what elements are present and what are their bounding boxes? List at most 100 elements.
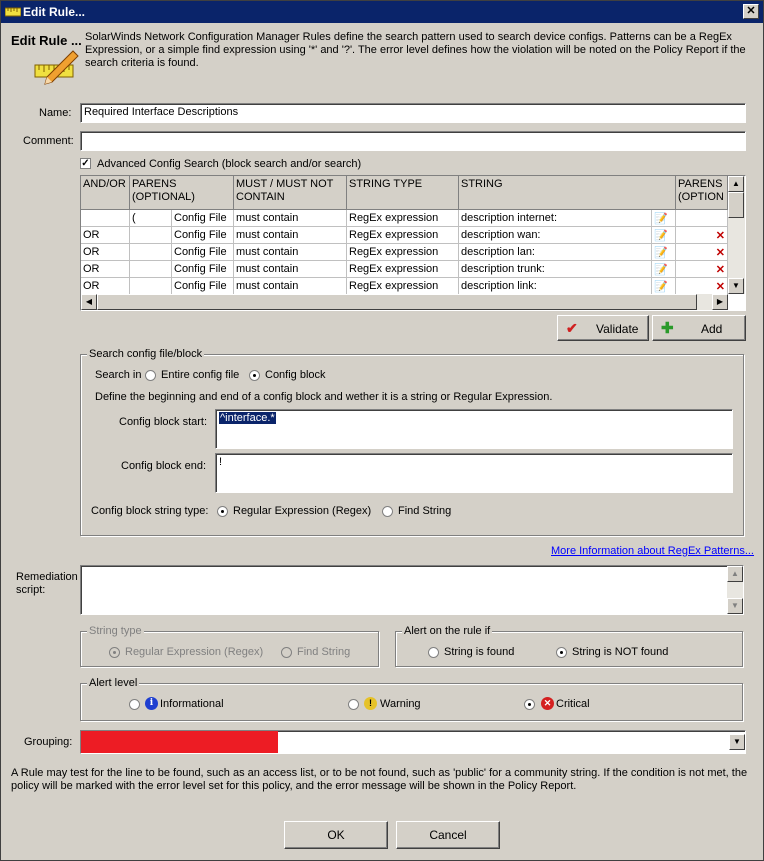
title-bar: Edit Rule... ✕ (1, 1, 763, 23)
cell-source[interactable]: Config File (172, 210, 234, 227)
edit-icon[interactable]: 📝 (652, 261, 676, 278)
block-start-value: ^interface.* (219, 412, 276, 424)
cell-must[interactable]: must contain (234, 244, 347, 261)
cell-string-type[interactable]: RegEx expression (347, 278, 459, 295)
close-button[interactable]: ✕ (743, 4, 759, 19)
remediation-scrollbar[interactable]: ▲ ▼ (727, 566, 743, 614)
block-start-label: Config block start: (119, 416, 208, 428)
radio-critical-label: Critical (556, 698, 590, 710)
cell-source[interactable]: Config File (172, 261, 234, 278)
radio-block-regex-label: Regular Expression (Regex) (233, 505, 372, 517)
validate-button[interactable]: ✔ Validate (557, 315, 649, 341)
cell-andor[interactable]: OR (81, 227, 130, 244)
cell-andor[interactable]: OR (81, 278, 130, 295)
ruler-pencil-icon (34, 50, 79, 85)
radio-warning-label: Warning (380, 698, 421, 710)
hscroll-thumb[interactable] (97, 294, 697, 310)
scroll-down-icon[interactable]: ▼ (728, 278, 744, 294)
radio-block-find[interactable] (382, 506, 393, 517)
cell-string-type[interactable]: RegEx expression (347, 244, 459, 261)
radio-entire-config[interactable] (145, 370, 156, 381)
cell-must[interactable]: must contain (234, 278, 347, 295)
cell-parens[interactable] (130, 227, 172, 244)
radio-string-regex-label: Regular Expression (Regex) (125, 646, 264, 658)
col-header-must[interactable]: MUST / MUST NOT CONTAIN (234, 176, 347, 210)
scroll-right-icon[interactable]: ▶ (712, 294, 728, 310)
cell-parens[interactable] (130, 261, 172, 278)
radio-informational[interactable] (129, 699, 140, 710)
scroll-thumb[interactable] (728, 192, 744, 218)
regex-info-link[interactable]: More Information about RegEx Patterns... (551, 545, 754, 557)
add-button[interactable]: ✚ Add (652, 315, 746, 341)
alert-level-group: Alert level i Informational ! Warning ✕ … (80, 677, 743, 721)
cell-must[interactable]: must contain (234, 210, 347, 227)
block-end-field[interactable]: ! (215, 453, 733, 493)
radio-string-find[interactable] (281, 647, 292, 658)
cell-string[interactable]: description trunk: (459, 261, 652, 278)
scroll-left-icon[interactable]: ◀ (81, 294, 97, 310)
cell-parens[interactable] (130, 244, 172, 261)
cell-string[interactable]: description lan: (459, 244, 652, 261)
header-description: SolarWinds Network Configuration Manager… (85, 31, 746, 69)
name-field[interactable]: Required Interface Descriptions (80, 103, 746, 123)
cell-string-type[interactable]: RegEx expression (347, 261, 459, 278)
alert-rule-legend: Alert on the rule if (402, 625, 493, 637)
col-header-string-type[interactable]: STRING TYPE (347, 176, 459, 210)
col-header-parens-close[interactable]: PARENS (OPTION (676, 176, 728, 210)
scroll-up-icon[interactable]: ▲ (728, 176, 744, 192)
delete-icon[interactable]: ✕ (676, 244, 728, 261)
radio-string-not-found[interactable] (556, 647, 567, 658)
advanced-search-checkbox[interactable]: ✓ (80, 158, 91, 169)
edit-icon[interactable]: 📝 (652, 244, 676, 261)
cell-source[interactable]: Config File (172, 244, 234, 261)
comment-label: Comment: (23, 135, 74, 147)
radio-config-block-label: Config block (265, 369, 326, 381)
cell-parens-close[interactable] (676, 210, 728, 227)
cell-parens[interactable] (130, 278, 172, 295)
cell-andor[interactable] (81, 210, 130, 227)
cell-string[interactable]: description wan: (459, 227, 652, 244)
chevron-down-icon[interactable]: ▼ (729, 734, 745, 750)
cell-andor[interactable]: OR (81, 261, 130, 278)
name-field-value: Required Interface Descriptions (84, 106, 239, 118)
grid-horizontal-scrollbar[interactable]: ◀ ▶ (81, 294, 728, 310)
edit-icon[interactable]: 📝 (652, 210, 676, 227)
string-type-group: String type Regular Expression (Regex) F… (80, 625, 379, 667)
cancel-button[interactable]: Cancel (396, 821, 500, 849)
radio-string-regex[interactable] (109, 647, 120, 658)
radio-config-block[interactable] (249, 370, 260, 381)
remediation-field[interactable]: ▲ ▼ (80, 565, 744, 615)
radio-block-regex[interactable] (217, 506, 228, 517)
edit-icon[interactable]: 📝 (652, 227, 676, 244)
cell-must[interactable]: must contain (234, 261, 347, 278)
delete-icon[interactable]: ✕ (676, 261, 728, 278)
col-header-string[interactable]: STRING (459, 176, 676, 210)
radio-string-found[interactable] (428, 647, 439, 658)
cell-andor[interactable]: OR (81, 244, 130, 261)
col-header-parens[interactable]: PARENS (OPTIONAL) (130, 176, 234, 210)
scroll-down-icon[interactable]: ▼ (727, 598, 743, 614)
cell-string[interactable]: description internet: (459, 210, 652, 227)
edit-icon[interactable]: 📝 (652, 278, 676, 295)
scroll-up-icon[interactable]: ▲ (727, 566, 743, 582)
cell-must[interactable]: must contain (234, 227, 347, 244)
cell-string-type[interactable]: RegEx expression (347, 210, 459, 227)
cell-string[interactable]: description link: (459, 278, 652, 295)
grid-vertical-scrollbar[interactable]: ▲ ▼ (728, 176, 745, 294)
cell-source[interactable]: Config File (172, 278, 234, 295)
grouping-dropdown[interactable]: ▼ (80, 730, 746, 754)
critical-icon: ✕ (541, 697, 554, 710)
comment-field[interactable] (80, 131, 746, 151)
ok-button[interactable]: OK (284, 821, 388, 849)
col-header-andor[interactable]: AND/OR (81, 176, 130, 210)
rules-grid[interactable]: AND/OR PARENS (OPTIONAL) MUST / MUST NOT… (80, 175, 746, 311)
block-start-field[interactable]: ^interface.* (215, 409, 733, 449)
validate-label: Validate (596, 322, 639, 336)
cell-parens[interactable]: ( (130, 210, 172, 227)
radio-warning[interactable] (348, 699, 359, 710)
radio-critical[interactable] (524, 699, 535, 710)
cell-source[interactable]: Config File (172, 227, 234, 244)
cell-string-type[interactable]: RegEx expression (347, 227, 459, 244)
delete-icon[interactable]: ✕ (676, 278, 728, 295)
delete-icon[interactable]: ✕ (676, 227, 728, 244)
